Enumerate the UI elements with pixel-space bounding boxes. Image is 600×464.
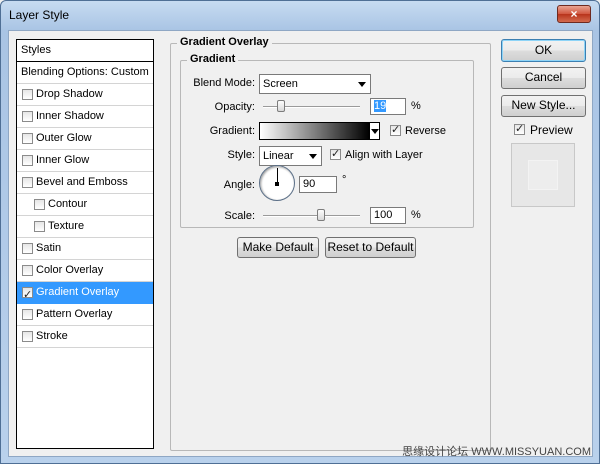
new-style-label: New Style... <box>511 98 576 112</box>
styles-list-item[interactable]: Inner Glow <box>17 150 153 172</box>
styles-list-item[interactable]: Inner Shadow <box>17 106 153 128</box>
align-with-layer-label: Align with Layer <box>345 149 423 161</box>
styles-list-checkbox[interactable] <box>22 309 33 320</box>
gradient-overlay-title: Gradient Overlay <box>177 36 272 48</box>
gradient-group: Gradient Blend Mode: Screen Opacity: 19 … <box>180 53 474 228</box>
styles-list-item-label: Color Overlay <box>36 264 104 276</box>
style-select[interactable]: Linear <box>259 146 322 166</box>
styles-list-item-label: Bevel and Emboss <box>36 176 128 188</box>
styles-list-item[interactable]: Pattern Overlay <box>17 304 153 326</box>
styles-list-item-label: Stroke <box>36 330 68 342</box>
styles-list-checkbox[interactable] <box>22 133 33 144</box>
layer-style-window: Layer Style × Styles Blending Options: C… <box>0 0 600 464</box>
style-label: Style: <box>227 149 255 161</box>
angle-unit: ° <box>342 174 347 186</box>
styles-list-item-label: Inner Glow <box>36 154 90 166</box>
styles-list-checkbox[interactable] <box>22 243 33 254</box>
angle-input[interactable]: 90 <box>299 176 337 193</box>
styles-list-item-label: Gradient Overlay <box>36 286 120 298</box>
blend-mode-select[interactable]: Screen <box>259 74 371 94</box>
scale-slider-thumb[interactable] <box>317 209 326 221</box>
scale-value: 100 <box>374 209 393 221</box>
close-icon: × <box>570 7 578 21</box>
styles-list-checkbox[interactable] <box>22 177 33 188</box>
styles-list-item[interactable]: Contour <box>17 194 153 216</box>
styles-list-checkbox[interactable] <box>22 155 33 166</box>
styles-list-item[interactable]: Outer Glow <box>17 128 153 150</box>
styles-list-item[interactable]: Blending Options: Custom <box>17 62 153 84</box>
gradient-label: Gradient: <box>209 125 255 137</box>
styles-list-item-label: Texture <box>48 220 85 232</box>
styles-list-item-label: Contour <box>48 198 88 210</box>
ok-button[interactable]: OK <box>501 39 586 62</box>
styles-list-checkbox[interactable] <box>22 265 33 276</box>
styles-list-checkbox[interactable] <box>22 89 33 100</box>
styles-list-item[interactable]: Texture <box>17 216 153 238</box>
style-preview-thumbnail <box>511 143 575 207</box>
cancel-button[interactable]: Cancel <box>501 67 586 89</box>
make-default-button[interactable]: Make Default <box>237 237 319 258</box>
styles-list-item[interactable]: Satin <box>17 238 153 260</box>
style-preview-swatch <box>528 160 558 190</box>
ok-label: OK <box>534 43 553 57</box>
styles-list-item-label: Drop Shadow <box>36 88 103 100</box>
title-bar[interactable]: Layer Style × <box>1 1 599 29</box>
window-title: Layer Style <box>9 8 70 22</box>
styles-list-item[interactable]: Gradient Overlay <box>17 282 153 306</box>
styles-list-item-label: Blending Options: Custom <box>21 66 149 78</box>
styles-list-checkbox[interactable] <box>22 331 33 342</box>
styles-list-checkbox[interactable] <box>34 199 45 210</box>
align-with-layer-checkbox[interactable] <box>330 147 341 160</box>
opacity-slider-thumb[interactable] <box>277 100 286 112</box>
cancel-label: Cancel <box>524 70 563 84</box>
reverse-label: Reverse <box>405 125 446 137</box>
angle-label: Angle: <box>223 179 255 191</box>
styles-header-label: Styles <box>21 44 51 56</box>
styles-list-item[interactable]: Stroke <box>17 326 153 348</box>
new-style-button[interactable]: New Style... <box>501 95 586 117</box>
chevron-down-icon <box>358 82 366 87</box>
angle-dial[interactable] <box>259 165 295 201</box>
styles-list-item[interactable]: Drop Shadow <box>17 84 153 106</box>
blend-mode-label: Blend Mode: <box>193 77 255 89</box>
reverse-checkbox[interactable] <box>390 123 401 136</box>
reset-to-default-label: Reset to Default <box>327 240 414 254</box>
gradient-picker-dropdown[interactable] <box>369 122 380 140</box>
close-button[interactable]: × <box>557 5 591 23</box>
reset-to-default-button[interactable]: Reset to Default <box>325 237 416 258</box>
styles-list: Styles Blending Options: Custom Drop Shad… <box>16 39 154 449</box>
gradient-group-title: Gradient <box>187 53 239 65</box>
styles-list-checkbox[interactable] <box>22 285 33 306</box>
preview-checkbox[interactable] <box>514 122 525 135</box>
gradient-overlay-group: Gradient Overlay Gradient Blend Mode: Sc… <box>170 36 491 451</box>
styles-list-item[interactable]: Bevel and Emboss <box>17 172 153 194</box>
styles-header[interactable]: Styles <box>17 40 153 62</box>
blend-mode-value: Screen <box>263 78 298 90</box>
scale-label: Scale: <box>224 210 255 222</box>
opacity-label: Opacity: <box>214 101 255 113</box>
dialog-client-area: Styles Blending Options: Custom Drop Shad… <box>8 30 593 457</box>
angle-value: 90 <box>303 178 316 190</box>
opacity-input[interactable]: 19 <box>370 98 406 115</box>
scale-input[interactable]: 100 <box>370 207 406 224</box>
styles-list-item-label: Pattern Overlay <box>36 308 113 320</box>
gradient-preview-bar[interactable] <box>259 122 370 140</box>
chevron-down-icon <box>309 154 317 159</box>
angle-dial-center <box>275 182 279 186</box>
scale-unit: % <box>411 209 421 221</box>
styles-list-item[interactable]: Color Overlay <box>17 260 153 282</box>
styles-list-item-label: Outer Glow <box>36 132 92 144</box>
styles-list-item-label: Inner Shadow <box>36 110 104 122</box>
opacity-value: 19 <box>374 100 387 112</box>
scale-slider-track[interactable] <box>263 215 360 217</box>
style-value: Linear <box>263 150 294 162</box>
styles-list-checkbox[interactable] <box>34 221 45 232</box>
opacity-unit: % <box>411 100 421 112</box>
make-default-label: Make Default <box>242 240 314 254</box>
watermark: 思缘设计论坛 WWW.MISSYUAN.COM <box>402 446 591 458</box>
styles-list-item-label: Satin <box>36 242 62 254</box>
styles-list-checkbox[interactable] <box>22 111 33 122</box>
preview-label: Preview <box>530 123 573 137</box>
